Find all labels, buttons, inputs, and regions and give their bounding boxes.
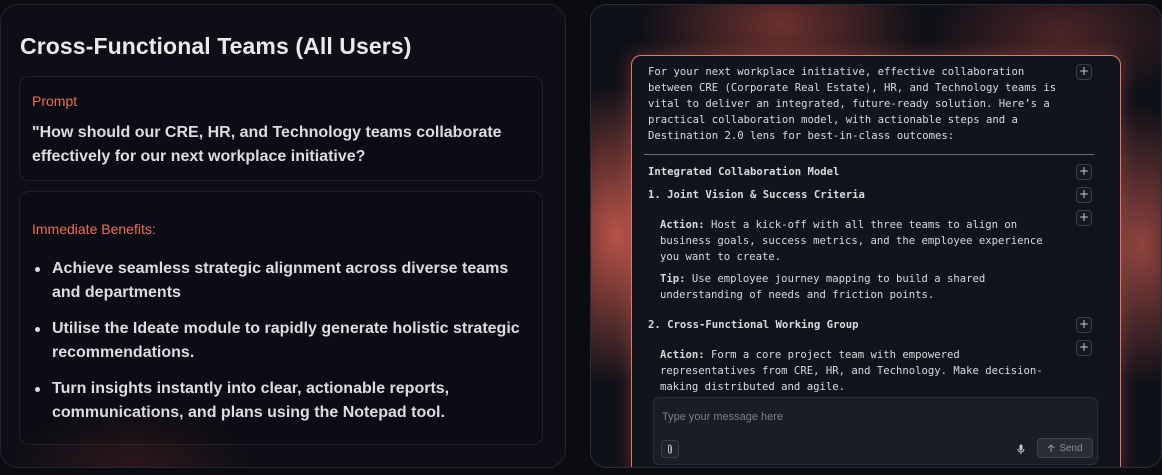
add-to-notepad-button[interactable]: + — [1076, 64, 1092, 80]
benefits-card: Immediate Benefits: Achieve seamless str… — [19, 191, 543, 445]
chat-preview-panel: For your next workplace initiative, effe… — [590, 4, 1162, 468]
chat-window: For your next workplace initiative, effe… — [631, 55, 1121, 467]
page-title: Cross-Functional Teams (All Users) — [20, 33, 412, 59]
message-input[interactable] — [662, 408, 1082, 426]
action-label: Action: — [660, 219, 705, 231]
prompt-text: "How should our CRE, HR, and Technology … — [32, 124, 502, 165]
benefits-label: Immediate Benefits: — [32, 221, 156, 237]
microphone-button[interactable] — [1013, 440, 1029, 458]
add-to-notepad-button[interactable]: + — [1076, 340, 1092, 356]
action-text: Host a kick-off with all three teams to … — [660, 219, 1043, 263]
step-tip-text: Tip: Use employee journey mapping to bui… — [660, 271, 1060, 303]
add-to-notepad-button[interactable]: + — [1076, 187, 1092, 203]
add-to-notepad-button[interactable]: + — [1076, 317, 1092, 333]
step-action-text: Action: Host a kick-off with all three t… — [660, 217, 1060, 265]
divider — [644, 154, 1094, 155]
prompt-label: Prompt — [32, 93, 78, 109]
section-heading: Integrated Collaboration Model — [648, 166, 840, 178]
arrow-up-icon — [1047, 443, 1055, 452]
left-panel: Cross-Functional Teams (All Users) Promp… — [0, 4, 566, 468]
step-heading: 2. Cross-Functional Working Group — [648, 319, 859, 331]
action-text: Form a core project team with empowered … — [660, 349, 1043, 392]
list-item: Utilise the Ideate module to rapidly gen… — [35, 317, 532, 365]
paperclip-icon — [668, 444, 672, 453]
chat-messages[interactable]: For your next workplace initiative, effe… — [632, 56, 1120, 392]
add-to-notepad-button[interactable]: + — [1076, 210, 1092, 226]
add-to-notepad-button[interactable]: + — [1076, 164, 1092, 180]
step-heading: 1. Joint Vision & Success Criteria — [648, 189, 865, 201]
step-action-text: Action: Form a core project team with em… — [660, 347, 1060, 392]
send-button[interactable]: Send — [1037, 438, 1093, 458]
prompt-card: Prompt "How should our CRE, HR, and Tech… — [19, 76, 543, 181]
assistant-intro-text: For your next workplace initiative, effe… — [648, 66, 1057, 142]
list-item: Turn insights instantly into clear, acti… — [35, 377, 532, 425]
message-composer: Send — [653, 397, 1098, 465]
send-label: Send — [1059, 442, 1083, 454]
action-label: Action: — [660, 349, 705, 361]
tip-label: Tip: — [660, 273, 686, 285]
attach-button[interactable] — [661, 440, 679, 458]
tip-text: Use employee journey mapping to build a … — [660, 273, 986, 301]
microphone-icon — [1017, 444, 1025, 454]
benefits-list: Achieve seamless strategic alignment acr… — [35, 257, 532, 437]
list-item: Achieve seamless strategic alignment acr… — [35, 257, 532, 305]
